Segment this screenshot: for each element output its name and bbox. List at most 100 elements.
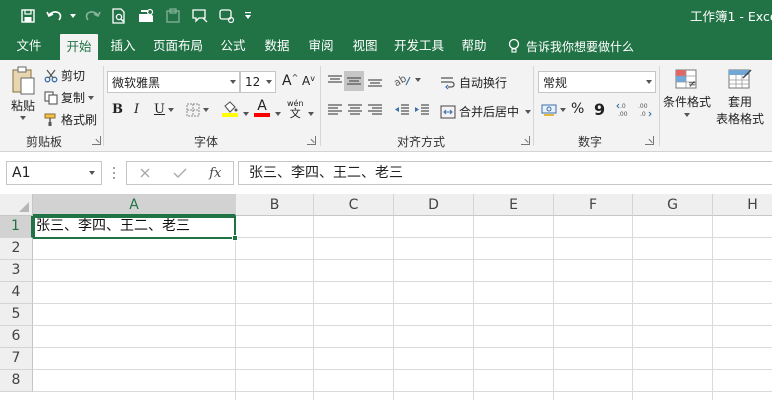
shrink-font-button[interactable]: Av	[302, 74, 315, 89]
column-header-d[interactable]: D	[394, 194, 474, 216]
confirm-entry-button[interactable]	[162, 167, 197, 179]
tab-developer[interactable]: 开发工具	[390, 32, 448, 60]
cut-button[interactable]: 剪切	[44, 67, 85, 84]
phonetic-guide-button[interactable]: wén 文	[287, 100, 304, 120]
formula-bar-grip[interactable]	[112, 166, 116, 180]
tab-file[interactable]: 文件	[0, 32, 58, 60]
print-preview-icon[interactable]	[105, 5, 132, 27]
paintbrush-icon	[44, 113, 56, 126]
accounting-format-button[interactable]	[541, 103, 566, 117]
tab-data[interactable]: 数据	[258, 32, 296, 60]
save-icon[interactable]	[14, 5, 41, 27]
font-dialog-launcher[interactable]	[307, 136, 316, 145]
column-header-h[interactable]: H	[713, 194, 772, 216]
column-header-f[interactable]: F	[554, 194, 633, 216]
phonetic-dropdown-icon[interactable]	[308, 112, 314, 116]
align-top-button[interactable]	[327, 74, 343, 88]
paste-button[interactable]: 粘贴	[8, 66, 38, 120]
tell-me-search[interactable]: 告诉我你想要做什么	[508, 32, 634, 60]
comment-icon[interactable]	[186, 5, 213, 27]
shape-icon[interactable]	[213, 5, 240, 27]
row-header-3[interactable]: 3	[0, 260, 33, 282]
tab-view[interactable]: 视图	[346, 32, 384, 60]
copy-button[interactable]: 复制	[44, 89, 95, 106]
merge-center-button[interactable]: 合并后居中	[440, 103, 532, 120]
accounting-dropdown-icon[interactable]	[560, 108, 566, 112]
increase-indent-button[interactable]	[414, 103, 430, 117]
font-color-dropdown-icon[interactable]	[275, 112, 281, 116]
tab-page-layout[interactable]: 页面布局	[148, 32, 208, 60]
copy-dropdown-icon[interactable]	[88, 95, 95, 100]
align-center-button[interactable]	[347, 103, 363, 117]
undo-dropdown-icon[interactable]	[68, 5, 78, 27]
screenshot-icon[interactable]	[159, 5, 186, 27]
align-left-button[interactable]	[327, 103, 343, 117]
cell-a1[interactable]: 张三、李四、王二、老三	[34, 216, 190, 237]
gridline	[33, 347, 772, 348]
underline-dropdown-icon[interactable]	[167, 107, 174, 112]
row-header-6[interactable]: 6	[0, 326, 33, 348]
font-color-button[interactable]: A	[254, 99, 270, 117]
align-middle-button[interactable]	[344, 71, 364, 91]
paste-dropdown-icon[interactable]	[20, 116, 26, 120]
redo-icon[interactable]	[78, 5, 105, 27]
decrease-indent-button[interactable]	[394, 103, 410, 117]
increase-decimal-icon: .0.00	[616, 103, 628, 117]
orientation-button[interactable]: ab	[394, 73, 421, 87]
font-size-select[interactable]: 12	[240, 71, 276, 93]
conditional-formatting-dropdown-icon[interactable]	[684, 113, 690, 117]
name-box[interactable]: A1	[6, 161, 102, 185]
comma-style-button[interactable]: 9	[594, 100, 605, 119]
grow-font-button[interactable]: A ^	[282, 73, 298, 90]
row-header-1[interactable]: 1	[0, 216, 33, 238]
align-right-button[interactable]	[367, 103, 383, 117]
copy-label: 复制	[61, 91, 86, 105]
orientation-dropdown-icon[interactable]	[415, 78, 421, 82]
column-header-e[interactable]: E	[474, 194, 554, 216]
select-all-button[interactable]	[0, 194, 33, 216]
conditional-formatting-button[interactable]: ≠ 条件格式	[662, 68, 712, 117]
tab-help[interactable]: 帮助	[455, 32, 493, 60]
tab-home[interactable]: 开始	[60, 34, 98, 60]
increase-decimal-button[interactable]: .0.00	[616, 101, 632, 117]
underline-button[interactable]: U	[154, 102, 174, 117]
fill-color-dropdown-icon[interactable]	[243, 112, 249, 116]
alignment-dialog-launcher[interactable]	[521, 136, 530, 145]
format-as-table-button[interactable]: 套用 表格格式	[712, 68, 768, 127]
formula-input[interactable]: 张三、李四、王二、老三	[238, 161, 772, 185]
cancel-entry-button[interactable]	[127, 167, 162, 179]
row-header-4[interactable]: 4	[0, 282, 33, 304]
tab-insert[interactable]: 插入	[104, 32, 142, 60]
font-name-select[interactable]: 微软雅黑	[107, 71, 240, 93]
percent-style-button[interactable]: %	[571, 101, 584, 117]
fill-color-button[interactable]	[222, 101, 238, 117]
align-bottom-button[interactable]	[367, 74, 383, 88]
column-header-a[interactable]: A	[33, 194, 236, 216]
insert-function-button[interactable]: fx	[198, 166, 233, 181]
row-header-8[interactable]: 8	[0, 370, 33, 392]
column-header-c[interactable]: C	[314, 194, 394, 216]
merge-dropdown-icon[interactable]	[525, 109, 532, 114]
number-format-select[interactable]: 常规	[538, 71, 656, 93]
wrap-text-button[interactable]: 自动换行	[440, 74, 507, 91]
row-header-2[interactable]: 2	[0, 238, 33, 260]
italic-button[interactable]: I	[134, 102, 139, 117]
sort-filter-icon[interactable]	[132, 5, 159, 27]
decrease-decimal-button[interactable]: .00.0	[636, 101, 652, 117]
undo-icon[interactable]	[41, 5, 68, 27]
column-header-b[interactable]: B	[236, 194, 314, 216]
format-painter-button[interactable]: 格式刷	[44, 111, 97, 128]
borders-dropdown-icon[interactable]	[203, 108, 209, 112]
row-header-7[interactable]: 7	[0, 348, 33, 370]
number-dialog-launcher[interactable]	[645, 136, 654, 145]
clipboard-dialog-launcher[interactable]	[92, 136, 101, 145]
chevron-down-icon	[89, 171, 95, 175]
fill-handle[interactable]	[232, 235, 238, 241]
column-header-g[interactable]: G	[633, 194, 713, 216]
tab-formulas[interactable]: 公式	[214, 32, 252, 60]
borders-button[interactable]	[186, 103, 209, 117]
bold-button[interactable]: B	[112, 102, 123, 117]
tab-review[interactable]: 审阅	[302, 32, 340, 60]
customize-toolbar-icon[interactable]	[240, 5, 256, 27]
row-header-5[interactable]: 5	[0, 304, 33, 326]
